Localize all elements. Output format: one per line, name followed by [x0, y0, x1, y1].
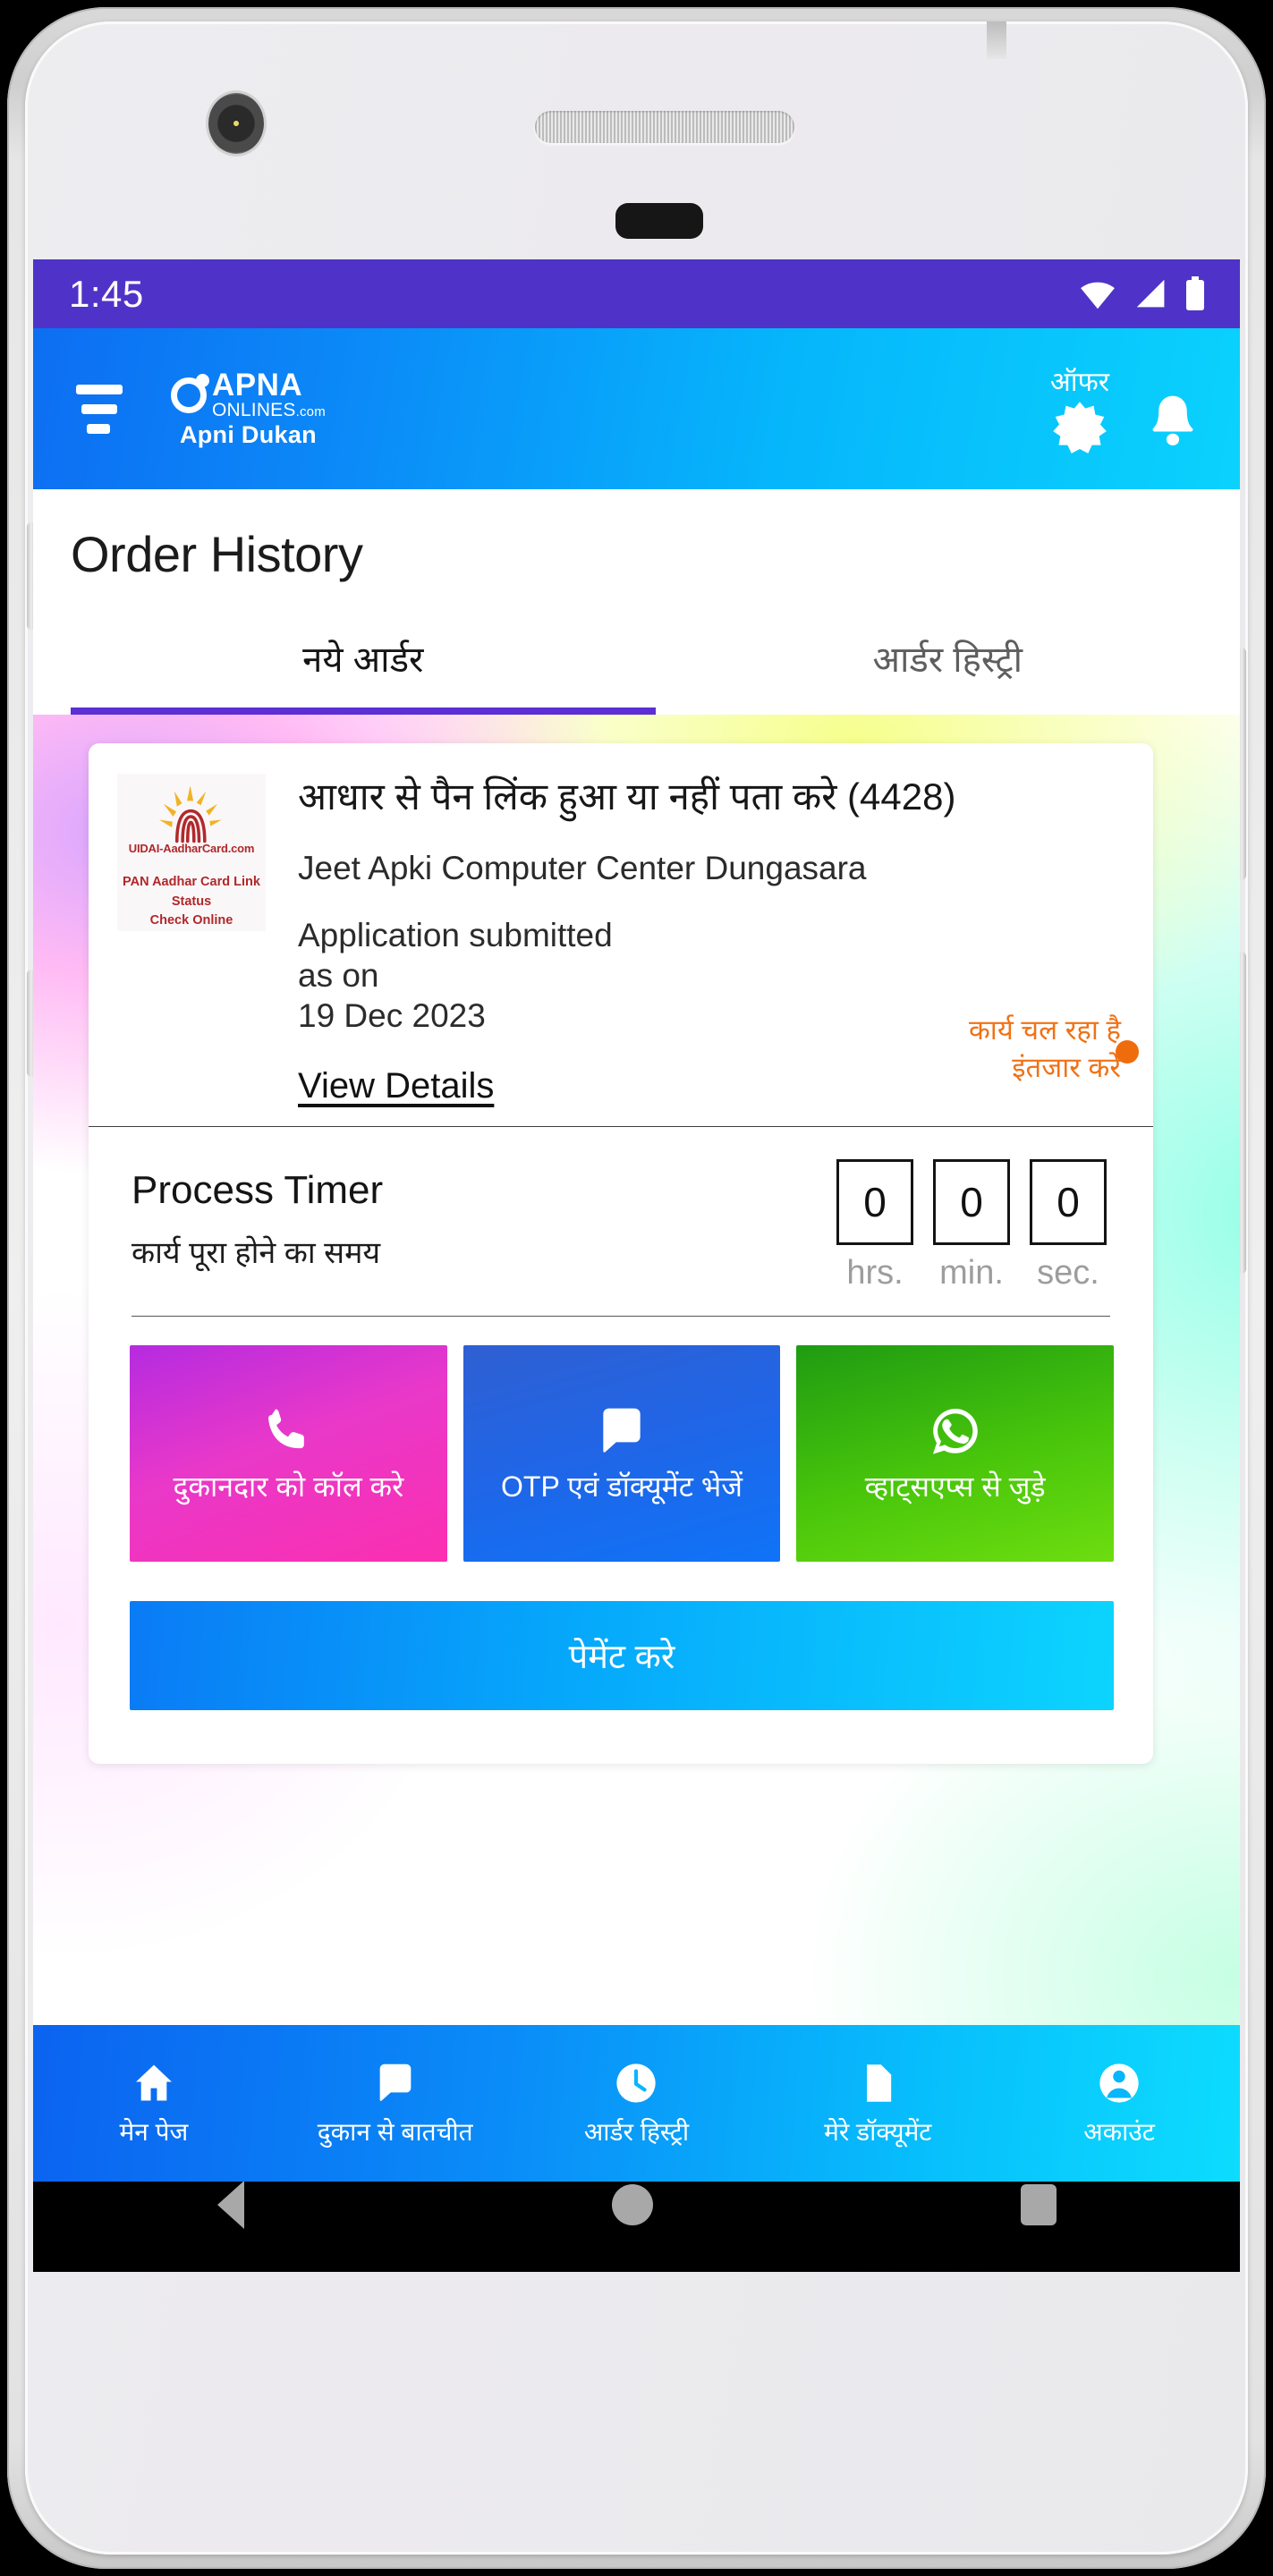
make-payment-button[interactable]: पेमेंट करे — [130, 1601, 1114, 1710]
home-icon — [135, 2064, 172, 2100]
send-otp-document-label: OTP एवं डॉक्यूमेंट भेजें — [501, 1470, 743, 1504]
notification-button[interactable] — [1145, 391, 1201, 456]
card-divider — [89, 1126, 1153, 1127]
phone-screen: 1:45 APNA ONLINES.com Apni Dukan ऑफर Ord… — [33, 259, 1240, 2272]
whatsapp-connect-button[interactable]: व्हाट्सएप्स से जुड़े — [796, 1345, 1115, 1562]
timer-divider — [132, 1316, 1110, 1317]
timer-hours-label: hrs. — [846, 1254, 904, 1292]
offer-button[interactable]: ऑफर — [1050, 362, 1109, 456]
proximity-sensor — [615, 203, 703, 239]
timer-seconds-value: 0 — [1030, 1159, 1107, 1245]
nav-item-account[interactable]: अकाउंट — [998, 2059, 1240, 2148]
order-action-buttons: दुकानदार को कॉल करे OTP एवं डॉक्यूमेंट भ… — [89, 1317, 1153, 1562]
earpiece-speaker — [535, 111, 794, 143]
order-thumbnail: UIDAI-AadharCard.com PAN Aadhar Card Lin… — [117, 774, 266, 931]
app-logo: APNA ONLINES.com Apni Dukan — [171, 368, 326, 448]
send-otp-document-button[interactable]: OTP एवं डॉक्यूमेंट भेजें — [463, 1345, 781, 1562]
timer-unit-seconds: 0 sec. — [1030, 1159, 1107, 1292]
call-shopkeeper-label: दुकानदार को कॉल करे — [173, 1470, 404, 1504]
status-bar: 1:45 — [33, 259, 1240, 328]
home-circle-icon[interactable] — [611, 2184, 653, 2225]
offer-label: ऑफर — [1049, 367, 1109, 397]
nav-label-order-history: आर्डर हिस्ट्री — [583, 2117, 690, 2146]
nav-item-my-documents[interactable]: मेरे डॉक्यूमेंट — [757, 2059, 998, 2148]
bottom-navigation-bar: मेन पेज दुकान से बातचीत आर्डर हिस्ट्री म… — [33, 2025, 1240, 2182]
timer-minutes-value: 0 — [933, 1159, 1010, 1245]
back-triangle-icon[interactable] — [216, 2181, 244, 2229]
process-timer-labels: Process Timer कार्य पूरा होने का समय — [132, 1159, 836, 1272]
nav-label-account: अकाउंट — [1083, 2117, 1155, 2146]
timer-seconds-label: sec. — [1037, 1254, 1099, 1292]
chat-bubble-icon — [379, 2063, 412, 2101]
order-title: आधार से पैन लिंक हुआ या नहीं पता करे (44… — [298, 775, 956, 818]
hamburger-menu-icon[interactable] — [76, 384, 126, 434]
chat-bubble-icon — [603, 1409, 641, 1453]
process-timer-subtitle: कार्य पूरा होने का समय — [132, 1236, 381, 1270]
status-indicator-dot — [1116, 1040, 1139, 1063]
status-bar-clock: 1:45 — [69, 272, 144, 315]
front-camera-icon — [208, 93, 264, 154]
make-payment-label: पेमेंट करे — [568, 1639, 675, 1676]
nav-item-shop-chat[interactable]: दुकान से बातचीत — [275, 2059, 516, 2148]
nav-item-main-page[interactable]: मेन पेज — [33, 2059, 275, 2148]
phone-call-icon — [268, 1409, 305, 1449]
order-card[interactable]: UIDAI-AadharCard.com PAN Aadhar Card Lin… — [89, 743, 1153, 1764]
apna-onlines-logo-icon — [171, 373, 209, 413]
brand-domain-suffix: .com — [295, 403, 326, 419]
tab-new-orders[interactable]: नये आर्डर — [71, 610, 656, 715]
order-status-badge: कार्य चल रहा है इंतजार करे — [969, 1014, 1121, 1083]
brand-name: APNA — [212, 368, 303, 403]
clock-icon — [616, 2063, 657, 2103]
process-timer: Process Timer कार्य पूरा होने का समय 0 h… — [89, 1127, 1153, 1292]
process-timer-title: Process Timer — [132, 1168, 384, 1212]
page-title: Order History — [71, 526, 363, 582]
cellular-signal-icon — [1136, 279, 1165, 307]
call-shopkeeper-button[interactable]: दुकानदार को कॉल करे — [130, 1345, 447, 1562]
timer-unit-minutes: 0 min. — [933, 1159, 1010, 1292]
whatsapp-icon — [932, 1409, 978, 1454]
antenna-band — [987, 21, 1006, 59]
status-bar-icons — [1077, 275, 1206, 312]
app-bar: APNA ONLINES.com Apni Dukan ऑफर — [33, 328, 1240, 489]
battery-icon — [1186, 275, 1204, 310]
content-area: UIDAI-AadharCard.com PAN Aadhar Card Lin… — [33, 715, 1240, 2182]
order-shop-name: Jeet Apki Computer Center Dungasara — [298, 849, 867, 886]
nav-item-order-history[interactable]: आर्डर हिस्ट्री — [516, 2059, 758, 2148]
process-timer-values: 0 hrs. 0 min. 0 sec. — [836, 1159, 1116, 1292]
nav-label-main-page: मेन पेज — [119, 2117, 189, 2146]
thumbnail-domain: UIDAI-AadharCard.com — [128, 841, 255, 855]
bell-icon — [1152, 395, 1193, 445]
recents-square-icon[interactable] — [1020, 2184, 1057, 2225]
timer-unit-hours: 0 hrs. — [836, 1159, 913, 1292]
app-bar-actions: ऑफर — [1050, 362, 1240, 456]
account-person-icon — [1099, 2063, 1139, 2103]
view-details-link[interactable]: View Details — [298, 1066, 494, 1106]
nav-label-my-documents: मेरे डॉक्यूमेंट — [824, 2117, 932, 2146]
page-header: Order History नये आर्डर आर्डर हिस्ट्री — [33, 489, 1240, 715]
brand-domain: ONLINES — [212, 399, 296, 420]
starburst-offer-icon — [1053, 401, 1107, 453]
document-icon — [867, 2063, 892, 2102]
order-tabs: नये आर्डर आर्डर हिस्ट्री — [71, 610, 1240, 715]
timer-minutes-label: min. — [939, 1254, 1004, 1292]
nav-label-shop-chat: दुकान से बातचीत — [317, 2117, 473, 2146]
tab-order-history[interactable]: आर्डर हिस्ट्री — [656, 610, 1241, 715]
order-card-top: UIDAI-AadharCard.com PAN Aadhar Card Lin… — [89, 743, 1153, 1126]
wifi-icon — [1081, 282, 1115, 309]
uidai-aadhaar-fingerprint-icon — [159, 785, 222, 843]
whatsapp-connect-label: व्हाट्सएप्स से जुड़े — [864, 1470, 1046, 1504]
brand-tagline: Apni Dukan — [179, 420, 317, 448]
timer-hours-value: 0 — [836, 1159, 913, 1245]
thumbnail-caption: PAN Aadhar Card Link Status Check Online — [123, 874, 260, 928]
